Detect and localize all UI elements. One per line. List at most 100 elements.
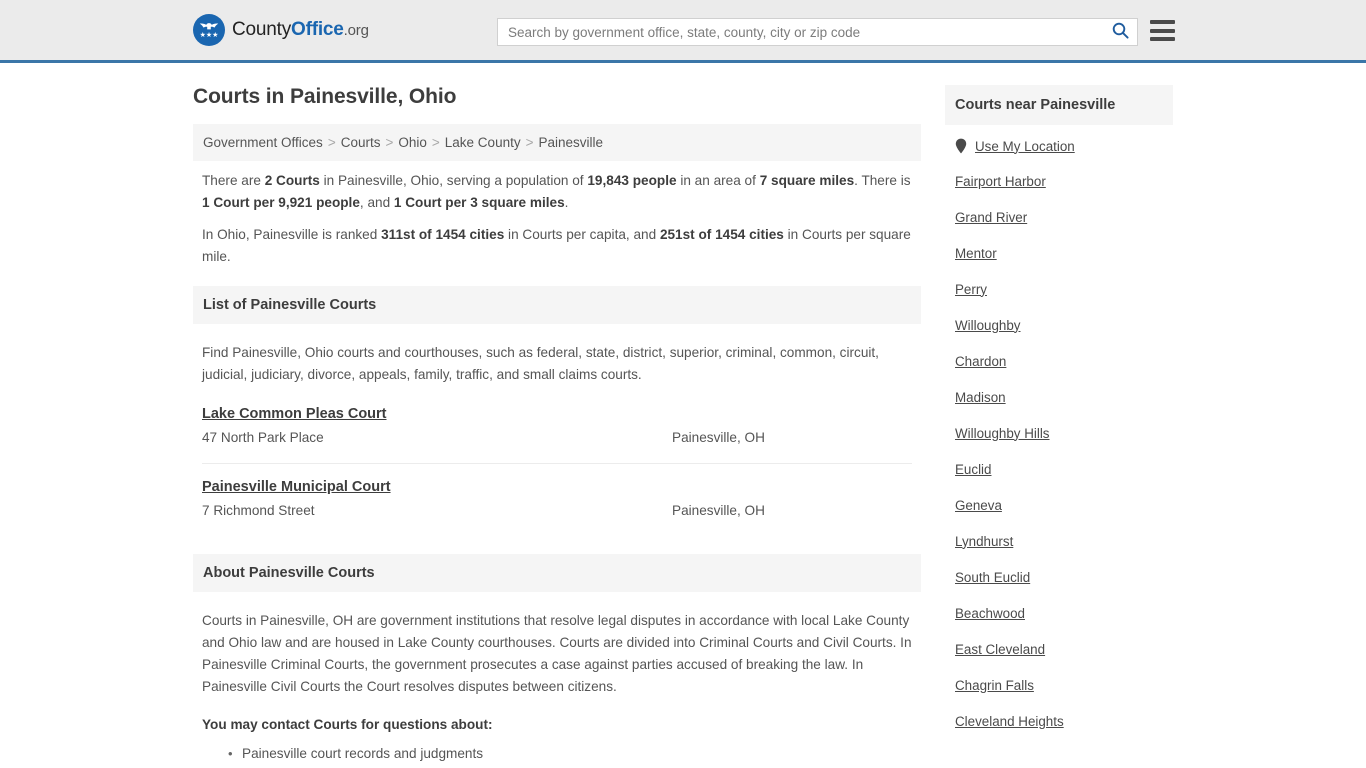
- list-section-intro: Find Painesville, Ohio courts and courth…: [202, 342, 912, 386]
- stats-text: .: [565, 195, 569, 210]
- sidebar-item-grand-river[interactable]: Grand River: [955, 199, 1163, 235]
- stats-court-count: 2 Courts: [265, 173, 320, 188]
- breadcrumb-item-courts[interactable]: Courts: [341, 135, 381, 150]
- sidebar-heading: Courts near Painesville: [945, 85, 1173, 125]
- court-name-link[interactable]: Painesville Municipal Court: [202, 479, 391, 495]
- stats-population: 19,843 people: [587, 173, 676, 188]
- sidebar-link[interactable]: East Cleveland: [955, 642, 1045, 657]
- section-heading-about-courts: About Painesville Courts: [193, 554, 921, 592]
- sidebar-link[interactable]: South Euclid: [955, 570, 1030, 585]
- breadcrumb-separator: >: [432, 135, 440, 150]
- list-item: Painesville court records and judgments: [242, 744, 912, 764]
- court-list-item[interactable]: Lake Common Pleas Court 47 North Park Pl…: [202, 405, 912, 464]
- site-header: ★★★ CountyOffice.org: [0, 0, 1366, 63]
- sidebar-item-chagrin-falls[interactable]: Chagrin Falls: [955, 667, 1163, 703]
- main-column: Courts in Painesville, Ohio Government O…: [193, 85, 921, 768]
- list-section-body: Find Painesville, Ohio courts and courth…: [193, 324, 921, 536]
- sidebar-link[interactable]: Willoughby Hills: [955, 426, 1050, 441]
- about-section-body: Courts in Painesville, OH are government…: [193, 592, 921, 768]
- breadcrumb-item-painesville: Painesville: [538, 135, 603, 150]
- sidebar-item-chardon[interactable]: Chardon: [955, 343, 1163, 379]
- sidebar-item-beachwood[interactable]: Beachwood: [955, 595, 1163, 631]
- hamburger-menu-icon[interactable]: [1150, 20, 1175, 41]
- breadcrumb-item-lake-county[interactable]: Lake County: [445, 135, 521, 150]
- breadcrumb-separator: >: [385, 135, 393, 150]
- stats-per-area: 1 Court per 3 square miles: [394, 195, 565, 210]
- sidebar-link[interactable]: Cleveland Heights: [955, 714, 1064, 729]
- sidebar-link[interactable]: Mentor: [955, 246, 997, 261]
- site-logo[interactable]: ★★★ CountyOffice.org: [193, 14, 369, 46]
- use-my-location-link[interactable]: Use My Location: [975, 139, 1075, 154]
- stats-text: in an area of: [677, 173, 760, 188]
- sidebar-item-east-cleveland[interactable]: East Cleveland: [955, 631, 1163, 667]
- court-list-item[interactable]: Painesville Municipal Court 7 Richmond S…: [202, 478, 912, 536]
- sidebar-item-euclid[interactable]: Euclid: [955, 451, 1163, 487]
- sidebar-link[interactable]: Lyndhurst: [955, 534, 1013, 549]
- court-city-state: Painesville, OH: [672, 427, 765, 449]
- court-address: 47 North Park Place: [202, 427, 672, 449]
- stats-text: In Ohio, Painesville is ranked: [202, 227, 381, 242]
- court-detail-line: 47 North Park Place Painesville, OH: [202, 427, 912, 449]
- stats-text: in Painesville, Ohio, serving a populati…: [320, 173, 588, 188]
- breadcrumb-separator: >: [526, 135, 534, 150]
- sidebar-item-fairport-harbor[interactable]: Fairport Harbor: [955, 163, 1163, 199]
- sidebar-link[interactable]: Willoughby: [955, 318, 1021, 333]
- breadcrumb-separator: >: [328, 135, 336, 150]
- breadcrumb-item-ohio[interactable]: Ohio: [398, 135, 427, 150]
- sidebar-item-cleveland-heights[interactable]: Cleveland Heights: [955, 703, 1163, 739]
- hamburger-bar: [1150, 29, 1175, 33]
- logo-text-county: County: [232, 19, 291, 40]
- hamburger-bar: [1150, 20, 1175, 24]
- list-item: Law documents, filings and case records: [242, 764, 912, 768]
- page-body: Courts in Painesville, Ohio Government O…: [0, 63, 1366, 768]
- sidebar-item-mentor[interactable]: Mentor: [955, 235, 1163, 271]
- court-name-link[interactable]: Lake Common Pleas Court: [202, 406, 387, 422]
- sidebar-link[interactable]: Grand River: [955, 210, 1027, 225]
- contact-topics-list: Painesville court records and judgments …: [202, 744, 912, 768]
- search-input[interactable]: [498, 19, 1103, 45]
- sidebar-item-willoughby[interactable]: Willoughby: [955, 307, 1163, 343]
- sidebar-link[interactable]: Chagrin Falls: [955, 678, 1034, 693]
- sidebar-item-lyndhurst[interactable]: Lyndhurst: [955, 523, 1163, 559]
- stats-rank-per-sq-mile: 251st of 1454 cities: [660, 227, 784, 242]
- sidebar-link[interactable]: Fairport Harbor: [955, 174, 1046, 189]
- statistics-block: There are 2 Courts in Painesville, Ohio,…: [193, 161, 921, 268]
- stats-text: There are: [202, 173, 265, 188]
- sidebar-item-perry[interactable]: Perry: [955, 271, 1163, 307]
- search-button[interactable]: [1103, 19, 1137, 45]
- sidebar: Courts near Painesville Use My Location …: [945, 85, 1173, 768]
- stats-rank-per-capita: 311st of 1454 cities: [381, 227, 504, 242]
- logo-text-office: Office: [291, 19, 344, 40]
- sidebar-item-willoughby-hills[interactable]: Willoughby Hills: [955, 415, 1163, 451]
- section-heading-list-of-courts: List of Painesville Courts: [193, 286, 921, 324]
- logo-text-tld: .org: [344, 22, 369, 39]
- court-list: Lake Common Pleas Court 47 North Park Pl…: [202, 405, 912, 536]
- stats-text: in Courts per capita, and: [504, 227, 660, 242]
- sidebar-item-south-euclid[interactable]: South Euclid: [955, 559, 1163, 595]
- search-bar: [497, 18, 1138, 46]
- stats-text: , and: [360, 195, 394, 210]
- breadcrumb: Government Offices > Courts > Ohio > Lake Coun…: [193, 124, 921, 161]
- sidebar-link[interactable]: Madison: [955, 390, 1006, 405]
- sidebar-nearby-list: Use My Location Fairport Harbor Grand Ri…: [945, 125, 1173, 739]
- stats-per-people: 1 Court per 9,921 people: [202, 195, 360, 210]
- sidebar-item-geneva[interactable]: Geneva: [955, 487, 1163, 523]
- site-logo-text: CountyOffice.org: [232, 19, 369, 41]
- content-container: Courts in Painesville, Ohio Government O…: [193, 85, 1173, 768]
- stats-paragraph-2: In Ohio, Painesville is ranked 311st of …: [202, 224, 912, 268]
- stars-icon: ★★★: [200, 32, 219, 39]
- sidebar-item-use-my-location[interactable]: Use My Location: [955, 125, 1163, 163]
- sidebar-link[interactable]: Euclid: [955, 462, 991, 477]
- hamburger-bar: [1150, 37, 1175, 41]
- court-city-state: Painesville, OH: [672, 500, 765, 522]
- sidebar-link[interactable]: Perry: [955, 282, 987, 297]
- sidebar-item-madison[interactable]: Madison: [955, 379, 1163, 415]
- stats-paragraph-1: There are 2 Courts in Painesville, Ohio,…: [202, 170, 912, 214]
- court-address: 7 Richmond Street: [202, 500, 672, 522]
- search-icon: [1112, 22, 1129, 42]
- sidebar-link[interactable]: Chardon: [955, 354, 1006, 369]
- breadcrumb-item-government-offices[interactable]: Government Offices: [203, 135, 323, 150]
- sidebar-link[interactable]: Geneva: [955, 498, 1002, 513]
- sidebar-link[interactable]: Beachwood: [955, 606, 1025, 621]
- court-detail-line: 7 Richmond Street Painesville, OH: [202, 500, 912, 522]
